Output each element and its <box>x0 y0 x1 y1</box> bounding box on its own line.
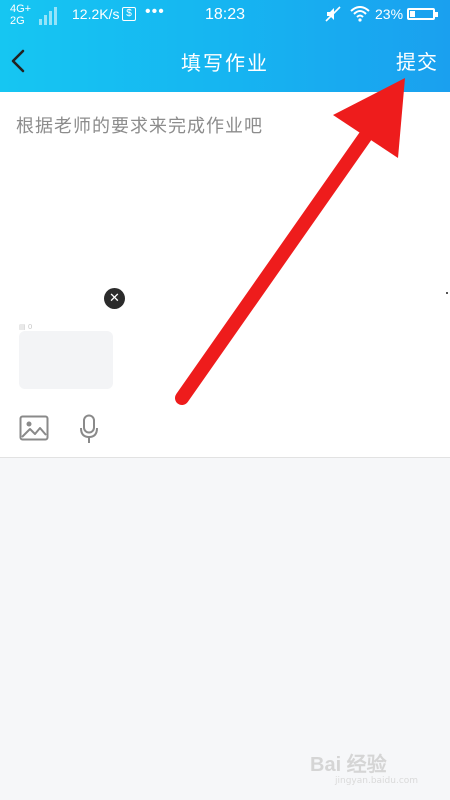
network-speed: 12.2K/s <box>72 6 120 22</box>
network-type: 4G+ 2G <box>10 3 31 27</box>
submit-button[interactable]: 提交 <box>396 46 438 75</box>
image-icon[interactable] <box>19 415 49 441</box>
more-dots: ••• <box>145 3 165 20</box>
watermark-url: jingyan.baidu.com <box>335 776 419 786</box>
watermark-logo: Bai 经验 <box>310 754 387 776</box>
signal-bars-icon <box>39 7 57 25</box>
microphone-icon[interactable] <box>79 414 99 444</box>
battery-percent: 23% <box>375 6 404 22</box>
attachment-thumbnail[interactable]: ▤ 0 <box>19 323 113 389</box>
homework-editor[interactable]: 根据老师的要求来完成作业吧 ✕ ▤ 0 <box>0 92 450 458</box>
edge-marker <box>446 292 448 294</box>
close-icon[interactable]: ✕ <box>104 288 125 309</box>
homework-text-input[interactable]: 根据老师的要求来完成作业吧 <box>16 112 263 138</box>
status-bar: 4G+ 2G 12.2K/s $ ••• 18:23 23% <box>0 0 450 30</box>
clock: 18:23 <box>205 6 246 23</box>
attachment-caption: ▤ 0 <box>19 323 33 331</box>
wifi-icon <box>350 6 370 22</box>
nav-bar: 填写作业 提交 <box>0 30 450 92</box>
dollar-icon: $ <box>122 7 136 21</box>
battery-icon <box>407 8 438 20</box>
page-title: 填写作业 <box>181 51 269 75</box>
header-bar: 4G+ 2G 12.2K/s $ ••• 18:23 23% 填写作业 提交 <box>0 0 450 92</box>
mute-icon <box>325 6 341 22</box>
network-2g: 2G <box>10 15 25 27</box>
network-4g: 4G+ <box>10 3 32 15</box>
battery-level <box>410 11 415 17</box>
